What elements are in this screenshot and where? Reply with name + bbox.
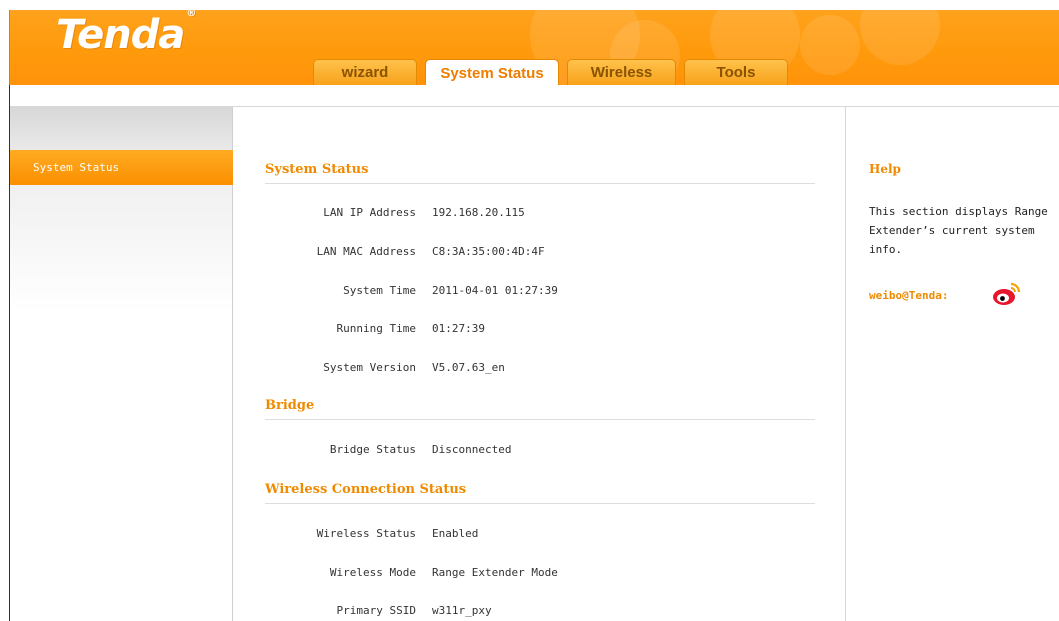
field-value: C8:3A:35:00:4D:4F — [432, 245, 545, 258]
field-value: 192.168.20.115 — [432, 206, 525, 219]
logo-registered-mark: ® — [186, 10, 196, 19]
tenda-logo: Tenda ® — [56, 10, 196, 58]
field-value: V5.07.63_en — [432, 361, 505, 374]
section-title-bridge: Bridge — [265, 398, 815, 420]
help-title: Help — [869, 162, 901, 176]
weibo-label: weibo@Tenda: — [869, 289, 949, 302]
help-text: This section displays Range Extender’s c… — [869, 205, 1048, 256]
main-content: System Status LAN IP Address 192.168.20.… — [234, 107, 845, 621]
decor-bubble — [860, 10, 940, 65]
top-tabs: wizard System Status Wireless Tools — [313, 59, 796, 85]
section-title-wireless-connection-status: Wireless Connection Status — [265, 482, 815, 504]
field-label: Wireless Mode — [329, 566, 416, 579]
field-value: Disconnected — [432, 443, 512, 456]
section-title-system-status: System Status — [265, 162, 815, 184]
sidebar-item-system-status[interactable]: System Status — [10, 150, 233, 185]
tab-tools[interactable]: Tools — [684, 59, 788, 85]
header-banner: Tenda ® wizard System Status Wireless Too… — [9, 10, 1059, 85]
tab-wireless[interactable]: Wireless — [567, 59, 676, 85]
field-label: Primary SSID — [336, 604, 416, 617]
field-label: LAN MAC Address — [316, 245, 416, 258]
frame-gap — [10, 85, 1059, 106]
field-value: 2011-04-01 01:27:39 — [432, 284, 558, 297]
decor-bubble — [800, 15, 860, 75]
tab-system-status[interactable]: System Status — [425, 59, 559, 85]
field-value: w311r_pxy — [432, 604, 492, 617]
weibo-icon[interactable] — [992, 280, 1022, 308]
tab-wizard[interactable]: wizard — [313, 59, 417, 85]
sidebar: System Status — [10, 107, 233, 621]
field-value: Range Extender Mode — [432, 566, 558, 579]
field-label: System Time — [343, 284, 416, 297]
field-label: LAN IP Address — [323, 206, 416, 219]
field-label: Wireless Status — [316, 527, 416, 540]
field-label: Bridge Status — [329, 443, 416, 456]
field-value: 01:27:39 — [432, 322, 485, 335]
logo-text: Tenda — [56, 12, 185, 58]
field-label: Running Time — [336, 322, 416, 335]
field-value: Enabled — [432, 527, 479, 540]
field-label: System Version — [323, 361, 416, 374]
help-panel: Help This section displays Range Extende… — [845, 107, 1059, 621]
